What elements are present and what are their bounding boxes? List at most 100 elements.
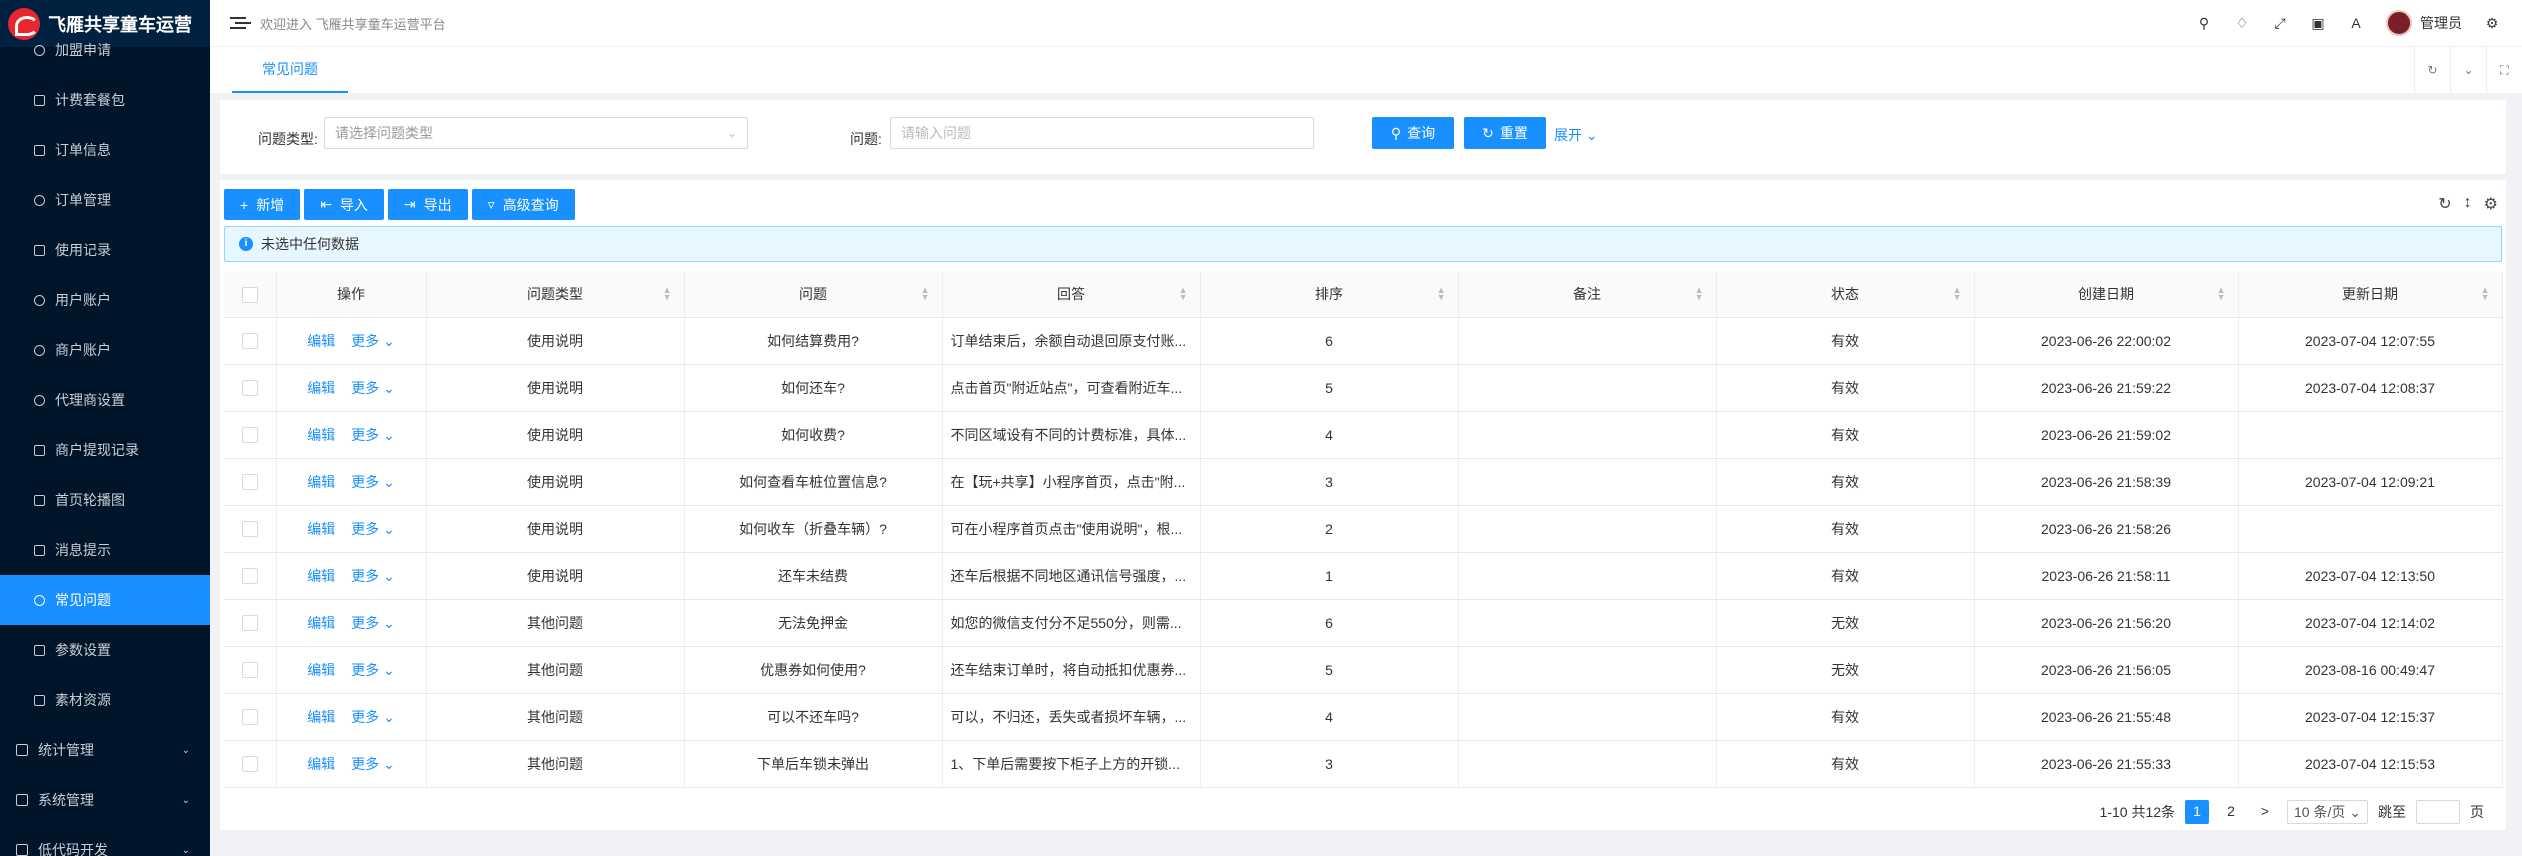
sidebar-item-12[interactable]: 参数设置: [0, 625, 210, 675]
more-dropdown[interactable]: 更多 ⌄: [351, 333, 395, 349]
sidebar-item-7[interactable]: 代理商设置: [0, 375, 210, 425]
more-dropdown[interactable]: 更多 ⌄: [351, 380, 395, 396]
menu-fold-icon[interactable]: [230, 16, 246, 30]
edit-link[interactable]: 编辑: [307, 756, 335, 772]
table-row[interactable]: 编辑 更多 ⌄ 使用说明 如何还车? 点击首页"附近站点"，可查看附近车... 5 有效 20…: [224, 364, 2503, 412]
sidebar-item-6[interactable]: 商户账户: [0, 325, 210, 375]
table-row[interactable]: 编辑 更多 ⌄ 其他问题 无法免押金 如您的微信支付分不足550分，则需... 6 无效 20…: [224, 599, 2503, 647]
username[interactable]: 管理员: [2420, 13, 2462, 33]
table-row[interactable]: 编辑 更多 ⌄ 其他问题 优惠券如何使用? 还车结束订单时，将自动抵扣优惠券... 5 无效…: [224, 646, 2503, 694]
sidebar-item-4[interactable]: 使用记录: [0, 225, 210, 275]
edit-link[interactable]: 编辑: [307, 333, 335, 349]
table-row[interactable]: 编辑 更多 ⌄ 其他问题 可以不还车吗? 可以，不归还，丢失或者损坏车辆，... 4 有效 2…: [224, 693, 2503, 741]
more-dropdown[interactable]: 更多 ⌄: [351, 709, 395, 725]
row-checkbox[interactable]: [241, 380, 258, 397]
more-dropdown[interactable]: 更多 ⌄: [351, 756, 395, 772]
import-button[interactable]: ⇤ 导入: [304, 189, 384, 220]
sidebar-item-13[interactable]: 素材资源: [0, 675, 210, 725]
row-checkbox[interactable]: [241, 709, 258, 726]
translate-icon[interactable]: A: [2348, 15, 2364, 31]
row-checkbox[interactable]: [241, 662, 258, 679]
table-row[interactable]: 编辑 更多 ⌄ 使用说明 如何查看车桩位置信息? 在【玩+共享】小程序首页，点击"附..…: [224, 458, 2503, 506]
edit-link[interactable]: 编辑: [307, 615, 335, 631]
fullscreen-icon[interactable]: ⤢: [2272, 15, 2288, 31]
edit-link[interactable]: 编辑: [307, 709, 335, 725]
advanced-query-button[interactable]: ▿ 高级查询: [471, 189, 575, 220]
table-row[interactable]: 编辑 更多 ⌄ 使用说明 还车未结费 还车后根据不同地区通讯信号强度，... 1 有效 202…: [224, 552, 2503, 600]
sidebar-item-5[interactable]: 用户账户: [0, 275, 210, 325]
table-row[interactable]: 编辑 更多 ⌄ 使用说明 如何收车（折叠车辆）? 可在小程序首页点击"使用说明"，根..…: [224, 505, 2503, 553]
sidebar-group-0[interactable]: 统计管理 ⌄: [0, 725, 210, 775]
edit-link[interactable]: 编辑: [307, 568, 335, 584]
question-input[interactable]: [890, 117, 1314, 149]
sidebar-item-9[interactable]: 首页轮播图: [0, 475, 210, 525]
sort-icon[interactable]: ▲ ▼: [921, 286, 930, 302]
row-checkbox[interactable]: [241, 474, 258, 491]
sort-icon[interactable]: ▲ ▼: [1953, 286, 1962, 302]
gear-icon[interactable]: ⚙: [2484, 194, 2498, 214]
row-checkbox[interactable]: [241, 615, 258, 632]
gear-icon[interactable]: ⚙: [2484, 15, 2500, 31]
column-header-5[interactable]: 备注 ▲ ▼: [1458, 272, 1717, 318]
column-header-2[interactable]: 问题 ▲ ▼: [684, 272, 943, 318]
tab-faq[interactable]: 常见问题: [232, 47, 348, 93]
sidebar-item-10[interactable]: 消息提示: [0, 525, 210, 575]
sidebar-item-1[interactable]: 计费套餐包: [0, 75, 210, 125]
table-row[interactable]: 编辑 更多 ⌄ 使用说明 如何收费? 不同区域设有不同的计费标准，具体... 4 有效 202…: [224, 411, 2503, 459]
sidebar-group-2[interactable]: 低代码开发 ⌄: [0, 825, 210, 856]
column-header-8[interactable]: 更新日期 ▲ ▼: [2238, 272, 2503, 318]
row-checkbox[interactable]: [241, 756, 258, 773]
more-dropdown[interactable]: 更多 ⌄: [351, 568, 395, 584]
column-header-7[interactable]: 创建日期 ▲ ▼: [1974, 272, 2239, 318]
column-header-3[interactable]: 回答 ▲ ▼: [942, 272, 1201, 318]
sort-icon[interactable]: ▲ ▼: [2481, 286, 2490, 302]
sidebar-item-2[interactable]: 订单信息: [0, 125, 210, 175]
refresh-tab-icon[interactable]: ↻: [2414, 47, 2450, 93]
more-dropdown[interactable]: 更多 ⌄: [351, 427, 395, 443]
bell-icon[interactable]: ♢: [2234, 15, 2250, 31]
edit-link[interactable]: 编辑: [307, 427, 335, 443]
more-dropdown[interactable]: 更多 ⌄: [351, 615, 395, 631]
table-row[interactable]: 编辑 更多 ⌄ 其他问题 下单后车锁未弹出 1、下单后需要按下柜子上方的开锁... 3 有效…: [224, 740, 2503, 788]
search-icon[interactable]: ⚲: [2196, 15, 2212, 31]
column-header-6[interactable]: 状态 ▲ ▼: [1716, 272, 1975, 318]
select-all-checkbox[interactable]: [241, 286, 258, 303]
sort-icon[interactable]: ▲ ▼: [1179, 286, 1188, 302]
sidebar-item-3[interactable]: 订单管理: [0, 175, 210, 225]
sidebar-item-8[interactable]: 商户提现记录: [0, 425, 210, 475]
sort-icon[interactable]: ▲ ▼: [663, 286, 672, 302]
edit-link[interactable]: 编辑: [307, 380, 335, 396]
expand-link[interactable]: 展开 ⌄: [1554, 125, 1598, 145]
lock-icon[interactable]: ▣: [2310, 15, 2326, 31]
column-header-4[interactable]: 排序 ▲ ▼: [1200, 272, 1459, 318]
chevron-down-icon[interactable]: ⌄: [2450, 47, 2486, 93]
page-2[interactable]: 2: [2219, 800, 2243, 824]
column-header-1[interactable]: 问题类型 ▲ ▼: [426, 272, 685, 318]
refresh-icon[interactable]: ↻: [2438, 194, 2451, 214]
next-page-button[interactable]: >: [2253, 800, 2277, 824]
sort-icon[interactable]: ▲ ▼: [1695, 286, 1704, 302]
question-type-select[interactable]: 请选择问题类型 ⌄: [324, 117, 748, 149]
sidebar-group-1[interactable]: 系统管理 ⌄: [0, 775, 210, 825]
add-button[interactable]: + 新增: [224, 189, 301, 220]
more-dropdown[interactable]: 更多 ⌄: [351, 474, 395, 490]
more-dropdown[interactable]: 更多 ⌄: [351, 662, 395, 678]
sort-icon[interactable]: ▲ ▼: [2217, 286, 2226, 302]
edit-link[interactable]: 编辑: [307, 474, 335, 490]
expand-icon[interactable]: ⛶: [2486, 47, 2522, 93]
edit-link[interactable]: 编辑: [307, 662, 335, 678]
page-size-select[interactable]: 10 条/页 ⌄: [2287, 800, 2368, 824]
row-checkbox[interactable]: [241, 333, 258, 350]
edit-link[interactable]: 编辑: [307, 521, 335, 537]
row-checkbox[interactable]: [241, 521, 258, 538]
column-height-icon[interactable]: ↕: [2464, 194, 2472, 214]
table-row[interactable]: 编辑 更多 ⌄ 使用说明 如何结算费用? 订单结束后，余额自动退回原支付账... 6 有效 2…: [224, 317, 2503, 365]
reset-button[interactable]: ↻ 重置: [1464, 117, 1546, 149]
sidebar-item-11[interactable]: 常见问题: [0, 575, 210, 625]
sort-icon[interactable]: ▲ ▼: [1437, 286, 1446, 302]
export-button[interactable]: ⇥ 导出: [387, 189, 468, 220]
query-button[interactable]: ⚲ 查询: [1372, 117, 1454, 149]
jump-page-input[interactable]: [2416, 800, 2460, 824]
avatar[interactable]: [2386, 10, 2412, 36]
page-1[interactable]: 1: [2185, 800, 2210, 824]
